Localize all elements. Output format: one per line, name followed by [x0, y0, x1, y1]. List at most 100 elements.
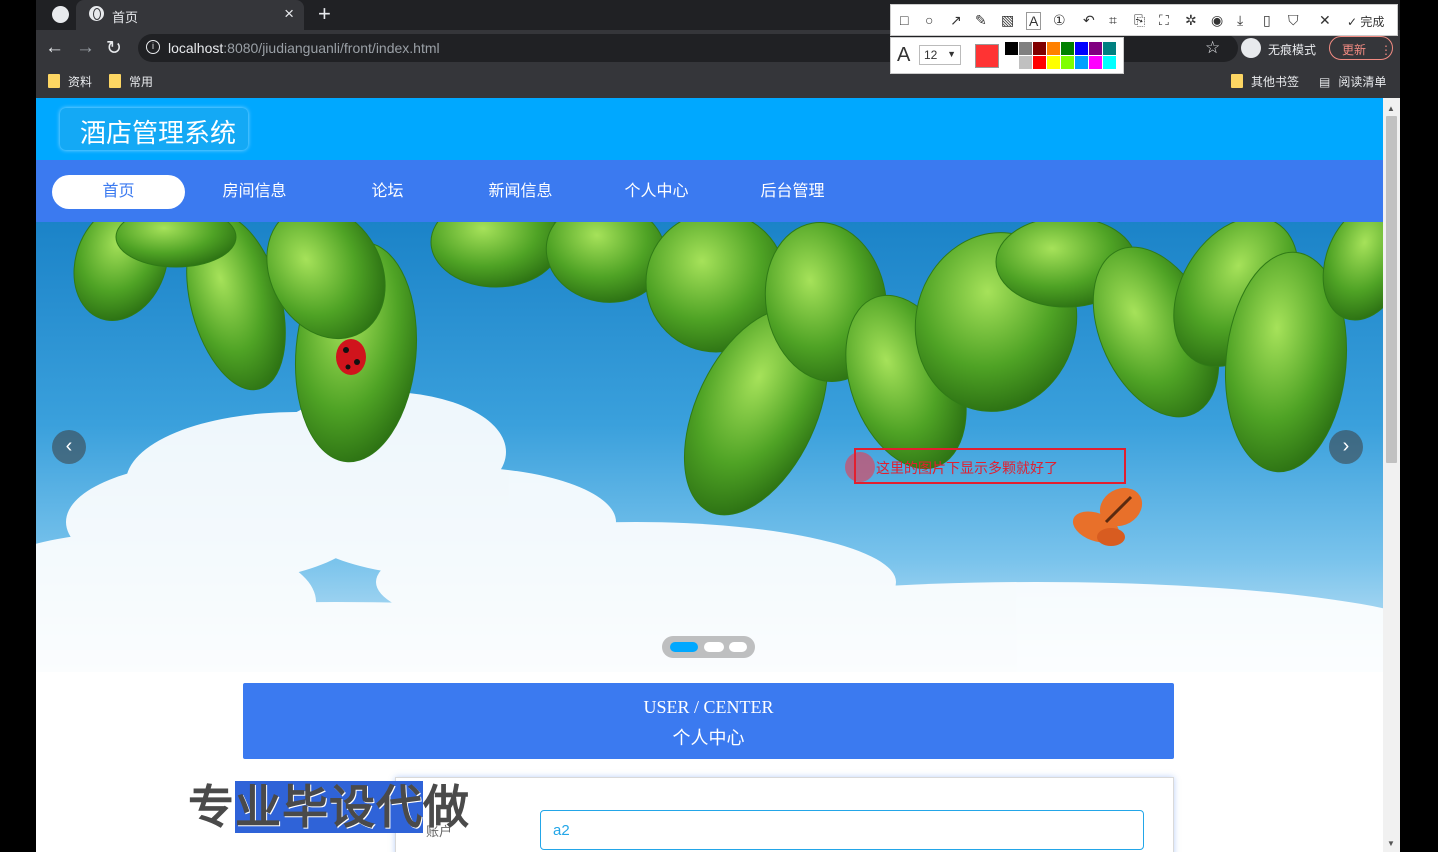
incognito-label: 无痕模式 [1268, 43, 1317, 57]
mosaic-tool-icon[interactable]: ▧ [1001, 12, 1014, 29]
number-tool-icon[interactable]: ① [1053, 12, 1066, 29]
site-info-icon[interactable]: i [146, 40, 160, 54]
watermark-text: 专业毕设代做 [188, 771, 470, 837]
carousel-dot[interactable] [729, 642, 747, 652]
chrome-menu-globe-icon[interactable] [52, 6, 69, 23]
web-page: 酒店管理系统 首页 房间信息 论坛 新闻信息 个人中心 后台管理 ‹ › 这里的… [36, 98, 1383, 852]
folder-icon [109, 74, 121, 88]
banner-carousel: ‹ › 这里的图片下显示多颗就好了 [36, 222, 1383, 672]
screen: 首页 × + ← → ↻ i localhost:8080/jiudiangua… [0, 0, 1438, 852]
done-label: 完成 [1360, 15, 1385, 29]
long-screenshot-icon[interactable]: ▯ [1263, 12, 1271, 29]
folder-icon [48, 74, 60, 88]
text-style-panel: A 12 ▼ [890, 37, 1124, 74]
cancel-icon[interactable]: ✕ [1319, 12, 1331, 29]
right-border [1400, 0, 1438, 852]
bookmark-folder-ziliao[interactable]: 资料 [48, 73, 92, 90]
color-swatch[interactable] [1103, 42, 1116, 55]
carousel-next-button[interactable]: › [1329, 430, 1363, 464]
color-swatch[interactable] [1061, 56, 1074, 69]
nav-rooms[interactable]: 房间信息 [188, 175, 321, 209]
color-swatch[interactable] [1089, 56, 1102, 69]
scrollbar-thumb[interactable] [1386, 116, 1397, 463]
page-scrollbar[interactable]: ▲ ▼ [1383, 98, 1400, 852]
color-swatch[interactable] [1061, 42, 1074, 55]
watermark-highlight: 业毕设代 [235, 781, 423, 833]
color-swatch[interactable] [1089, 42, 1102, 55]
done-button[interactable]: ✓ 完成 [1347, 13, 1384, 30]
pin-icon[interactable]: ✲ [1185, 12, 1197, 29]
color-swatch[interactable] [1019, 56, 1032, 69]
color-swatch[interactable] [1033, 56, 1046, 69]
check-icon: ✓ [1347, 15, 1358, 29]
translate-icon[interactable]: ⎘ [1134, 12, 1145, 29]
back-arrow-icon[interactable]: ← [45, 37, 64, 59]
tab-close-icon[interactable]: × [284, 4, 294, 24]
url-text: localhost:8080/jiudianguanli/front/index… [168, 40, 440, 56]
nav-news[interactable]: 新闻信息 [454, 175, 587, 209]
reload-icon[interactable]: ↻ [106, 37, 122, 60]
site-logo[interactable]: 酒店管理系统 [60, 108, 248, 150]
scroll-down-icon[interactable]: ▼ [1387, 839, 1395, 848]
ladybug [336, 339, 366, 375]
url-path: :8080/jiudianguanli/front/index.html [223, 40, 440, 56]
account-input[interactable]: a2 [540, 810, 1144, 850]
carousel-dot[interactable] [704, 642, 724, 652]
text-tool-icon[interactable]: A [1026, 12, 1042, 30]
nav-admin[interactable]: 后台管理 [726, 175, 859, 209]
rectangle-tool-icon[interactable]: □ [900, 12, 908, 28]
carousel-prev-button[interactable]: ‹ [52, 430, 86, 464]
carousel-indicators [662, 636, 755, 658]
new-tab-button[interactable]: + [318, 1, 331, 27]
main-nav: 首页 房间信息 论坛 新闻信息 个人中心 后台管理 [36, 160, 1383, 222]
nav-forum[interactable]: 论坛 [321, 175, 454, 209]
bookmark-folder-changyong[interactable]: 常用 [109, 73, 153, 90]
nav-personal-center[interactable]: 个人中心 [590, 175, 723, 209]
user-center-title-cn: 个人中心 [672, 728, 745, 748]
reading-list[interactable]: ▤ 阅读清单 [1319, 73, 1386, 90]
download-icon[interactable]: ⤓ [1237, 12, 1243, 29]
update-label: 更新 [1342, 43, 1367, 57]
tab-home[interactable]: 首页 × [76, 0, 304, 30]
watermark-part: 专 [188, 781, 235, 833]
font-size-select[interactable]: 12 ▼ [919, 45, 961, 65]
crop-icon[interactable]: ⌗ [1109, 12, 1117, 29]
color-swatch[interactable] [1005, 42, 1018, 55]
bookmark-label: 其他书签 [1251, 75, 1300, 89]
arrow-tool-icon[interactable]: ↗ [950, 12, 962, 29]
bookmark-label: 阅读清单 [1338, 75, 1387, 89]
scroll-up-icon[interactable]: ▲ [1387, 104, 1395, 113]
pen-tool-icon[interactable]: ✎ [975, 12, 987, 29]
butterfly [1072, 487, 1143, 546]
record-icon[interactable]: ◉ [1211, 12, 1223, 29]
color-swatch[interactable] [1019, 42, 1032, 55]
bookmark-folder-other[interactable]: 其他书签 [1231, 73, 1299, 90]
ellipse-tool-icon[interactable]: ○ [925, 12, 933, 28]
current-color-swatch[interactable] [975, 44, 999, 68]
color-swatch[interactable] [1033, 42, 1046, 55]
nav-home[interactable]: 首页 [52, 175, 185, 209]
color-swatch[interactable] [1005, 56, 1018, 69]
tab-title: 首页 [112, 10, 139, 25]
color-swatch[interactable] [1103, 56, 1116, 69]
bookmark-label: 常用 [129, 75, 154, 89]
menu-dots-icon: ⋮ [1380, 43, 1393, 57]
forward-arrow-icon[interactable]: → [76, 37, 95, 59]
capture-icon[interactable]: ⛶ [1159, 12, 1169, 29]
color-swatch[interactable] [1047, 42, 1060, 55]
chevron-down-icon: ▼ [947, 49, 956, 59]
font-icon: A [897, 44, 911, 66]
site-header: 酒店管理系统 [36, 98, 1383, 160]
color-swatch[interactable] [1047, 56, 1060, 69]
reading-list-icon: ▤ [1319, 75, 1331, 89]
bookmark-star-icon[interactable]: ☆ [1205, 38, 1220, 58]
undo-icon[interactable]: ↶ [1083, 12, 1095, 29]
update-button[interactable]: 更新 ⋮ [1329, 36, 1393, 60]
user-center-title-en: USER / CENTER [643, 697, 774, 717]
color-swatch[interactable] [1075, 56, 1088, 69]
color-swatch[interactable] [1075, 42, 1088, 55]
url-host: localhost [168, 40, 224, 56]
carousel-dot-active[interactable] [670, 642, 698, 652]
bookmark-label: 资料 [68, 75, 93, 89]
bookmark-icon[interactable]: ⛉ [1288, 12, 1299, 29]
